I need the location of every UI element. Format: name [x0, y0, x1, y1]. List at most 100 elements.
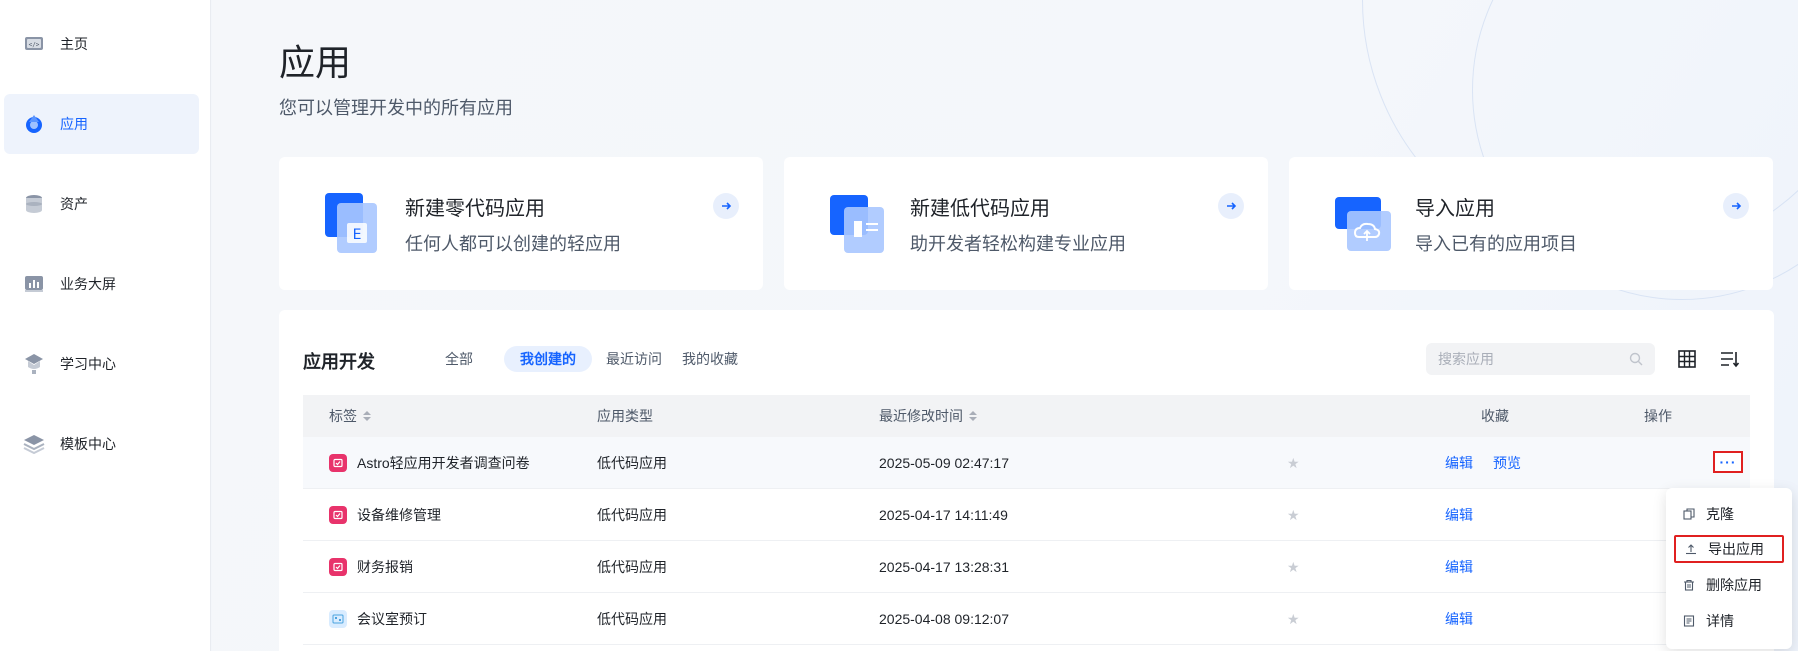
app-type: 低代码应用: [597, 559, 667, 575]
menu-item-label: 导出应用: [1708, 541, 1764, 557]
table-row[interactable]: 会议室预订 低代码应用 2025-04-08 09:12:07 ★ 编辑: [303, 593, 1750, 645]
cloud-upload-icon: [1335, 193, 1391, 255]
arrow-right-icon[interactable]: [713, 193, 739, 219]
sidebar-item-apps[interactable]: 应用: [4, 94, 199, 154]
app-name[interactable]: 财务报销: [357, 557, 413, 577]
tab-all[interactable]: 全部: [429, 346, 489, 372]
col-type: 应用类型: [597, 408, 653, 424]
star-icon[interactable]: ★: [1287, 489, 1300, 541]
app-name[interactable]: 会议室预订: [357, 609, 427, 629]
app-type: 低代码应用: [597, 611, 667, 627]
sidebar-item-assets[interactable]: 资产: [4, 174, 199, 234]
sidebar-item-label: 资产: [60, 196, 88, 212]
edit-link[interactable]: 编辑: [1445, 489, 1473, 541]
sidebar-item-dashboard[interactable]: 业务大屏: [4, 254, 199, 314]
code-icon: </>: [22, 32, 46, 56]
app-icon: [22, 112, 46, 136]
menu-item-delete[interactable]: 删除应用: [1674, 571, 1784, 599]
menu-item-label: 删除应用: [1706, 577, 1762, 593]
detail-icon: [1682, 614, 1696, 628]
main-content: 应用 您可以管理开发中的所有应用 E 新建零代码应用 任何人都可以创建的轻应用 …: [212, 0, 1798, 651]
arrow-right-icon[interactable]: [1218, 193, 1244, 219]
edit-link[interactable]: 编辑: [1445, 593, 1473, 645]
tab-created-by-me[interactable]: 我创建的: [504, 346, 592, 372]
sidebar-item-templates[interactable]: 模板中心: [4, 414, 199, 474]
star-icon[interactable]: ★: [1287, 593, 1300, 645]
star-icon[interactable]: ★: [1287, 541, 1300, 593]
tab-recent[interactable]: 最近访问: [590, 346, 678, 372]
sidebar: </> 主页 应用 资产 业务大屏 学习中心 模板中心: [0, 0, 211, 651]
app-name-cell: 财务报销: [329, 541, 413, 593]
menu-item-details[interactable]: 详情: [1674, 607, 1784, 635]
table-row[interactable]: 设备维修管理 低代码应用 2025-04-17 14:11:49 ★ 编辑: [303, 489, 1750, 541]
preview-link[interactable]: 预览: [1493, 437, 1521, 489]
sort-icon[interactable]: [969, 411, 977, 421]
card-title: 导入应用: [1415, 198, 1495, 220]
export-icon: [1684, 542, 1698, 556]
more-actions-button[interactable]: ···: [1713, 451, 1743, 473]
card-title: 新建零代码应用: [405, 198, 545, 220]
form-app-icon: [329, 558, 347, 576]
card-description: 任何人都可以创建的轻应用: [405, 234, 621, 254]
col-tag[interactable]: 标签: [329, 395, 371, 437]
layers-icon: [22, 432, 46, 456]
menu-item-clone[interactable]: 克隆: [1674, 500, 1784, 528]
modified-time: 2025-05-09 02:47:17: [879, 455, 1009, 471]
app-name[interactable]: 设备维修管理: [357, 505, 441, 525]
col-tag-label: 标签: [329, 408, 357, 424]
edit-link[interactable]: 编辑: [1445, 437, 1473, 489]
app-type: 低代码应用: [597, 455, 667, 471]
col-modified-label: 最近修改时间: [879, 408, 963, 424]
app-type: 低代码应用: [597, 507, 667, 523]
app-name-cell: Astro轻应用开发者调查问卷: [329, 437, 530, 489]
modified-time: 2025-04-17 13:28:31: [879, 559, 1009, 575]
chart-screen-icon: [22, 272, 46, 296]
more-actions-menu: 克隆 导出应用 删除应用 详情: [1666, 488, 1792, 649]
table-row[interactable]: 财务报销 低代码应用 2025-04-17 13:28:31 ★ 编辑: [303, 541, 1750, 593]
sidebar-item-label: 应用: [60, 116, 88, 132]
form-app-icon: [329, 454, 347, 472]
sort-icon[interactable]: [363, 411, 371, 421]
page-subtitle: 您可以管理开发中的所有应用: [279, 98, 513, 118]
menu-item-export[interactable]: 导出应用: [1674, 535, 1784, 563]
arrow-right-icon[interactable]: [1723, 193, 1749, 219]
page-title: 应用: [279, 42, 352, 83]
create-zero-code-card[interactable]: E 新建零代码应用 任何人都可以创建的轻应用: [279, 157, 763, 290]
zero-code-icon: E: [325, 193, 381, 255]
sidebar-item-label: 主页: [60, 36, 88, 52]
sidebar-item-label: 业务大屏: [60, 276, 116, 292]
database-icon: [22, 192, 46, 216]
tab-favorites[interactable]: 我的收藏: [666, 346, 754, 372]
app-name-cell: 会议室预订: [329, 593, 427, 645]
panel-title: 应用开发: [303, 352, 375, 372]
svg-text:E: E: [353, 227, 362, 243]
col-actions: 操作: [1644, 408, 1672, 424]
search-box: [1426, 343, 1655, 375]
grid-view-icon[interactable]: [1674, 346, 1700, 372]
table-header: 标签 应用类型 最近修改时间 收藏 操作: [303, 395, 1750, 437]
low-code-icon: [830, 193, 886, 255]
form-app-icon: [329, 506, 347, 524]
learning-icon: [22, 352, 46, 376]
sidebar-item-label: 模板中心: [60, 436, 116, 452]
edit-link[interactable]: 编辑: [1445, 541, 1473, 593]
sidebar-item-learning[interactable]: 学习中心: [4, 334, 199, 394]
modified-time: 2025-04-08 09:12:07: [879, 611, 1009, 627]
list-sort-icon[interactable]: [1717, 346, 1743, 372]
menu-item-label: 克隆: [1706, 506, 1734, 522]
sidebar-item-home[interactable]: </> 主页: [4, 14, 199, 74]
menu-item-label: 详情: [1706, 613, 1734, 629]
col-modified[interactable]: 最近修改时间: [879, 395, 977, 437]
app-name-cell: 设备维修管理: [329, 489, 441, 541]
search-icon[interactable]: [1629, 352, 1643, 366]
svg-text:</>: </>: [29, 42, 40, 49]
modified-time: 2025-04-17 14:11:49: [879, 507, 1008, 523]
star-icon[interactable]: ★: [1287, 437, 1300, 489]
table-row[interactable]: Astro轻应用开发者调查问卷 低代码应用 2025-05-09 02:47:1…: [303, 437, 1750, 489]
sidebar-item-label: 学习中心: [60, 356, 116, 372]
search-input[interactable]: [1438, 351, 1618, 367]
import-app-card[interactable]: 导入应用 导入已有的应用项目: [1289, 157, 1773, 290]
clone-icon: [1682, 507, 1696, 521]
create-low-code-card[interactable]: 新建低代码应用 助开发者轻松构建专业应用: [784, 157, 1268, 290]
app-name[interactable]: Astro轻应用开发者调查问卷: [357, 453, 530, 473]
